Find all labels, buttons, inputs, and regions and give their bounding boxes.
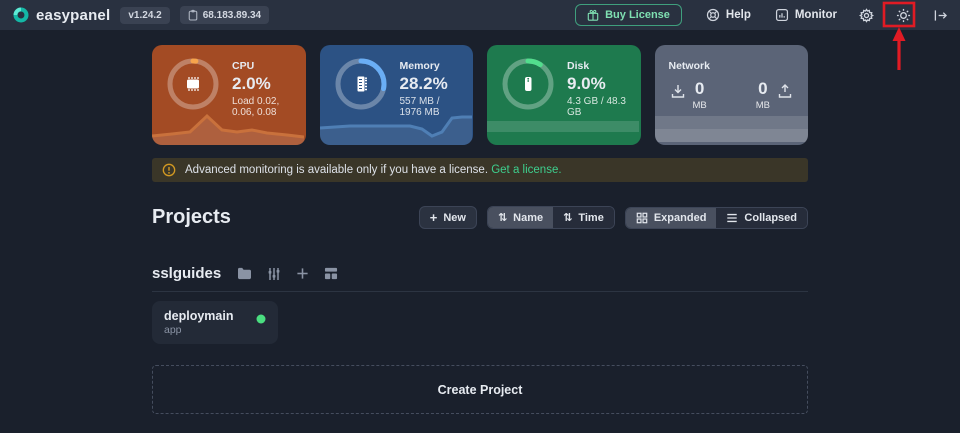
sort-by-name-button[interactable]: ⇅ Name — [488, 207, 553, 228]
plus-icon: + — [430, 211, 438, 224]
buy-license-button[interactable]: Buy License — [575, 4, 682, 26]
help-icon — [706, 8, 720, 22]
navbar: easypanel v1.24.2 68.183.89.34 Buy Licen… — [0, 0, 960, 30]
sort-name-label: Name — [513, 212, 543, 224]
easypanel-logo-icon — [12, 6, 30, 24]
view-collapsed-label: Collapsed — [744, 212, 797, 224]
disk-label: Disk — [567, 60, 627, 72]
folder-icon[interactable] — [237, 267, 252, 280]
status-dot — [256, 314, 266, 324]
gear-icon — [859, 8, 874, 23]
hard-drive-icon — [518, 74, 538, 94]
memory-label: Memory — [400, 60, 460, 72]
view-expanded-label: Expanded — [654, 212, 707, 224]
new-project-label: New — [443, 212, 466, 224]
cpu-value: 2.0% — [232, 74, 292, 94]
project-name[interactable]: sslguides — [152, 265, 221, 282]
clipboard-icon — [188, 9, 198, 21]
sun-icon — [896, 8, 911, 23]
new-project-button[interactable]: + New — [419, 206, 477, 229]
env-sliders-icon[interactable] — [267, 267, 281, 281]
service-name: deploymain — [164, 309, 266, 323]
cpu-chip-icon — [183, 74, 203, 94]
memory-usage-detail: 557 MB / 1976 MB — [400, 96, 460, 118]
cpu-load-detail: Load 0.02, 0.06, 0.08 — [232, 96, 292, 118]
create-project-label: Create Project — [438, 383, 523, 397]
network-upload-value: 0 — [758, 80, 767, 97]
add-service-icon[interactable] — [296, 267, 309, 280]
sort-by-time-button[interactable]: ⇅ Time — [553, 207, 614, 228]
sort-arrows-icon: ⇅ — [498, 211, 507, 224]
disk-card[interactable]: Disk 9.0% 4.3 GB / 48.3 GB — [487, 45, 641, 145]
templates-icon[interactable] — [324, 267, 338, 280]
project-group-header: sslguides — [152, 265, 808, 292]
license-banner: Advanced monitoring is available only if… — [152, 158, 808, 182]
network-down-sparkline — [655, 116, 809, 129]
network-label: Network — [669, 60, 795, 72]
network-card[interactable]: Network 0 MB — [655, 45, 809, 145]
memory-value: 28.2% — [400, 74, 460, 94]
memory-gauge — [334, 57, 388, 111]
version-badge: v1.24.2 — [120, 7, 169, 24]
ip-address: 68.183.89.34 — [203, 10, 261, 21]
view-expanded-button[interactable]: Expanded — [626, 208, 717, 228]
network-upload-unit: MB — [756, 100, 770, 111]
cpu-label: CPU — [232, 60, 292, 72]
service-card-deploymain[interactable]: deploymain app — [152, 301, 278, 344]
logout-button[interactable] — [933, 9, 948, 22]
theme-toggle-button[interactable] — [896, 8, 911, 23]
warning-icon — [162, 163, 176, 177]
view-toggle: Expanded Collapsed — [625, 207, 808, 229]
page-title: Projects — [152, 206, 231, 229]
gift-icon — [587, 9, 599, 21]
get-license-link[interactable]: Get a license. — [491, 164, 561, 176]
brand-name: easypanel — [36, 7, 110, 24]
download-icon — [671, 84, 685, 99]
service-type: app — [164, 324, 266, 336]
monitor-icon — [775, 8, 789, 22]
help-label: Help — [726, 9, 751, 21]
network-download-unit: MB — [693, 100, 707, 111]
list-icon — [726, 212, 738, 224]
disk-gauge — [501, 57, 555, 111]
help-button[interactable]: Help — [706, 8, 751, 22]
grid-icon — [636, 212, 648, 224]
banner-message: Advanced monitoring is available only if… — [185, 164, 488, 176]
network-up-sparkline — [655, 129, 809, 142]
brand[interactable]: easypanel — [12, 6, 110, 24]
create-project-button[interactable]: Create Project — [152, 365, 808, 414]
monitor-label: Monitor — [795, 9, 837, 21]
network-download-value: 0 — [695, 80, 704, 97]
monitor-button[interactable]: Monitor — [775, 8, 837, 22]
memory-card[interactable]: Memory 28.2% 557 MB / 1976 MB — [320, 45, 474, 145]
logout-icon — [933, 9, 948, 22]
stats-cards: CPU 2.0% Load 0.02, 0.06, 0.08 — [152, 45, 808, 145]
buy-license-label: Buy License — [605, 9, 670, 21]
settings-button[interactable] — [859, 8, 874, 23]
cpu-card[interactable]: CPU 2.0% Load 0.02, 0.06, 0.08 — [152, 45, 306, 145]
main-content: CPU 2.0% Load 0.02, 0.06, 0.08 — [152, 30, 808, 414]
ram-icon — [351, 74, 371, 94]
sort-arrows-icon: ⇅ — [563, 211, 572, 224]
upload-icon — [778, 84, 792, 99]
disk-value: 9.0% — [567, 74, 627, 94]
view-collapsed-button[interactable]: Collapsed — [716, 208, 807, 228]
disk-usage-detail: 4.3 GB / 48.3 GB — [567, 96, 627, 118]
sort-toggle: ⇅ Name ⇅ Time — [487, 206, 615, 229]
cpu-gauge — [166, 57, 220, 111]
ip-badge[interactable]: 68.183.89.34 — [180, 6, 269, 24]
sort-time-label: Time — [578, 212, 603, 224]
